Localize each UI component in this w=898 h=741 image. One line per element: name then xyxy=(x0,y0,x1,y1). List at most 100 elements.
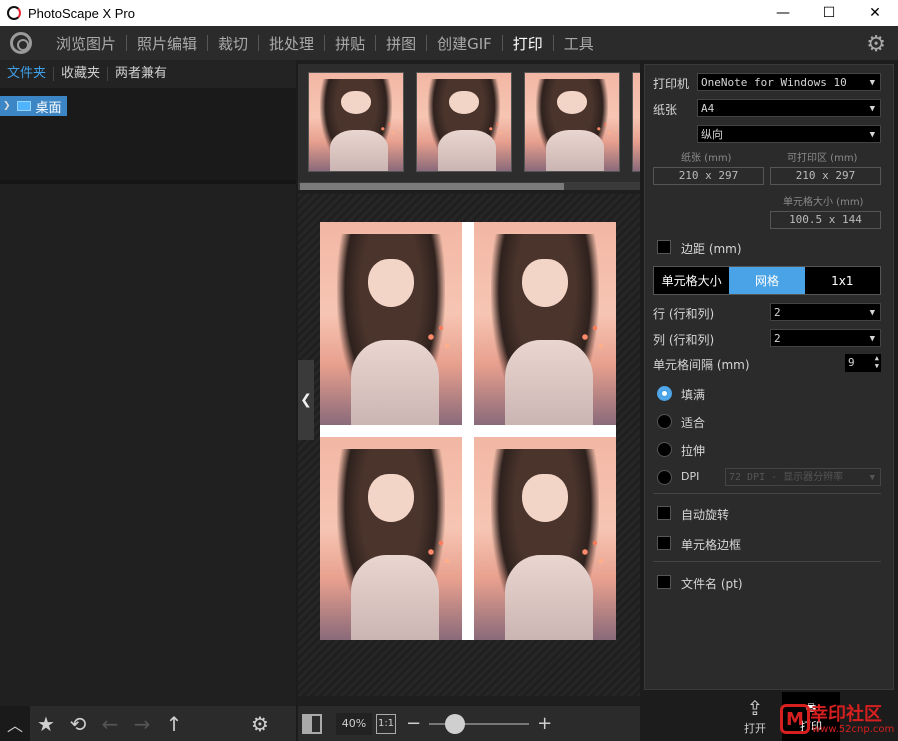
gear-icon[interactable]: ⚙ xyxy=(244,712,276,736)
open-button[interactable]: ⇪ 打开 xyxy=(740,696,770,736)
fill-label: 填满 xyxy=(681,388,706,402)
browser-tabs: 文件夹 收藏夹 两者兼有 xyxy=(0,60,296,88)
cell-size-label: 单元格大小 (mm) xyxy=(783,197,864,208)
filename-checkbox[interactable] xyxy=(657,575,671,589)
app-logo-icon xyxy=(7,6,21,20)
divider xyxy=(653,561,881,562)
margin-label: 边距 (mm) xyxy=(681,242,742,256)
photo-thumbnail xyxy=(525,73,619,171)
zoom-slider-knob[interactable] xyxy=(445,713,466,734)
print-settings-panel: 打印机 OneNote for Windows 10 ▼ 纸张 A4 ▼ 纵向 ▼ 纸… xyxy=(644,64,894,690)
zoom-out-icon[interactable]: − xyxy=(406,713,421,734)
print-workspace: ❮ xyxy=(298,60,640,706)
desktop-icon xyxy=(16,101,31,111)
thumbnail[interactable] xyxy=(632,72,640,172)
dropdown-caret-icon: ▼ xyxy=(869,78,875,88)
print-cell[interactable] xyxy=(474,437,616,640)
settings-gear-icon[interactable]: ⚙ xyxy=(866,32,886,57)
menu-collage[interactable]: 拼贴 xyxy=(325,33,375,54)
tab-cell-size[interactable]: 单元格大小 xyxy=(654,267,730,294)
scrollbar-thumb[interactable] xyxy=(300,183,564,190)
cell-border-label: 单元格边框 xyxy=(681,538,742,552)
actual-size-button[interactable]: 1:1 xyxy=(376,713,396,734)
zoom-slider[interactable] xyxy=(429,713,530,734)
auto-rotate-checkbox[interactable] xyxy=(657,506,671,520)
printable-area-label: 可打印区 (mm) xyxy=(787,153,858,164)
main-menu: 浏览图片 照片编辑 裁切 批处理 拼贴 拼图 创建GIF 打印 工具 ⚙ xyxy=(0,26,898,60)
radio-fill[interactable] xyxy=(657,386,672,401)
rows-label: 行 (行和列) xyxy=(653,307,715,321)
photo xyxy=(320,437,462,640)
cell-border-checkbox[interactable] xyxy=(657,536,671,550)
paper-select[interactable]: A4 ▼ xyxy=(697,99,881,117)
photoscape-logo-icon[interactable] xyxy=(10,32,32,54)
thumbnail-scrollbar[interactable] xyxy=(298,182,640,190)
refresh-icon[interactable]: ⟲ xyxy=(62,712,94,736)
forward-arrow-icon[interactable]: → xyxy=(126,712,158,736)
tab-1x1[interactable]: 1x1 xyxy=(804,267,880,294)
photo-thumbnail xyxy=(633,73,640,171)
tab-folders[interactable]: 文件夹 xyxy=(0,67,55,81)
thumbnail[interactable] xyxy=(308,72,404,172)
stepper-arrows-icon[interactable]: ▲ ▼ xyxy=(875,354,879,370)
menu-tools[interactable]: 工具 xyxy=(554,33,604,54)
watermark-text: 幸印社区 xyxy=(810,704,882,725)
close-button[interactable]: ✕ xyxy=(852,0,898,26)
spacing-stepper[interactable]: 9 ▲ ▼ xyxy=(845,354,881,372)
printer-value: OneNote for Windows 10 xyxy=(701,76,847,89)
star-icon[interactable]: ★ xyxy=(30,712,62,736)
print-cell[interactable] xyxy=(474,222,616,425)
file-list[interactable] xyxy=(0,184,296,706)
spacing-label: 单元格间隔 (mm) xyxy=(653,358,750,372)
up-arrow-icon[interactable]: ↑ xyxy=(158,712,190,736)
paper-label: 纸张 xyxy=(653,103,678,117)
print-preview-area: ❮ xyxy=(298,194,640,696)
margin-checkbox[interactable] xyxy=(657,240,671,254)
cols-label: 列 (行和列) xyxy=(653,333,715,347)
dpi-select[interactable]: 72 DPI - 显示器分辨率 ▼ xyxy=(725,468,881,486)
chevron-up-icon[interactable]: ︿ xyxy=(0,706,30,741)
compare-icon[interactable] xyxy=(302,713,322,734)
collapse-left-icon[interactable]: ❮ xyxy=(298,360,314,440)
zoom-in-icon[interactable]: + xyxy=(537,713,552,734)
menu-editor[interactable]: 照片编辑 xyxy=(127,33,207,54)
menu-print[interactable]: 打印 xyxy=(503,33,553,54)
radio-fit[interactable] xyxy=(657,414,672,429)
thumbnail[interactable] xyxy=(524,72,620,172)
menu-batch[interactable]: 批处理 xyxy=(259,33,324,54)
auto-rotate-label: 自动旋转 xyxy=(681,508,730,522)
browser-panel: 文件夹 收藏夹 两者兼有 ❯ 桌面 xyxy=(0,60,296,706)
print-cell[interactable] xyxy=(320,222,462,425)
orientation-value: 纵向 xyxy=(701,128,723,141)
maximize-button[interactable]: ☐ xyxy=(806,0,852,26)
spacing-value: 9 xyxy=(848,356,855,369)
cols-select[interactable]: 2 ▼ xyxy=(770,329,881,347)
layout-mode-tabs: 单元格大小 网格 1x1 xyxy=(653,266,881,295)
rows-select[interactable]: 2 ▼ xyxy=(770,303,881,321)
print-cell[interactable] xyxy=(320,437,462,640)
orientation-select[interactable]: 纵向 ▼ xyxy=(697,125,881,143)
tab-favorites[interactable]: 收藏夹 xyxy=(54,67,109,81)
printer-select[interactable]: OneNote for Windows 10 ▼ xyxy=(697,73,881,91)
tab-grid[interactable]: 网格 xyxy=(729,267,805,294)
divider xyxy=(653,493,881,494)
menu-combine[interactable]: 拼图 xyxy=(376,33,426,54)
printer-label: 打印机 xyxy=(653,77,690,91)
menu-cut-out[interactable]: 裁切 xyxy=(208,33,258,54)
watermark-logo-icon: M xyxy=(780,704,810,734)
tab-both[interactable]: 两者兼有 xyxy=(108,67,174,81)
tree-item-desktop[interactable]: ❯ 桌面 xyxy=(0,96,67,116)
site-watermark: M 幸印社区 www.52cnp.com xyxy=(778,700,898,740)
menu-viewer[interactable]: 浏览图片 xyxy=(46,33,126,54)
open-label: 打开 xyxy=(744,722,766,735)
minimize-button[interactable]: — xyxy=(760,0,806,26)
menu-create-gif[interactable]: 创建GIF xyxy=(427,33,502,54)
radio-stretch[interactable] xyxy=(657,442,672,457)
expand-arrow-icon[interactable]: ❯ xyxy=(3,101,11,111)
radio-dpi[interactable] xyxy=(657,470,672,485)
stretch-label: 拉伸 xyxy=(681,444,706,458)
back-arrow-icon[interactable]: ← xyxy=(94,712,126,736)
cols-value: 2 xyxy=(774,332,781,345)
thumbnail[interactable] xyxy=(416,72,512,172)
zoom-level[interactable]: 40% xyxy=(336,712,372,735)
